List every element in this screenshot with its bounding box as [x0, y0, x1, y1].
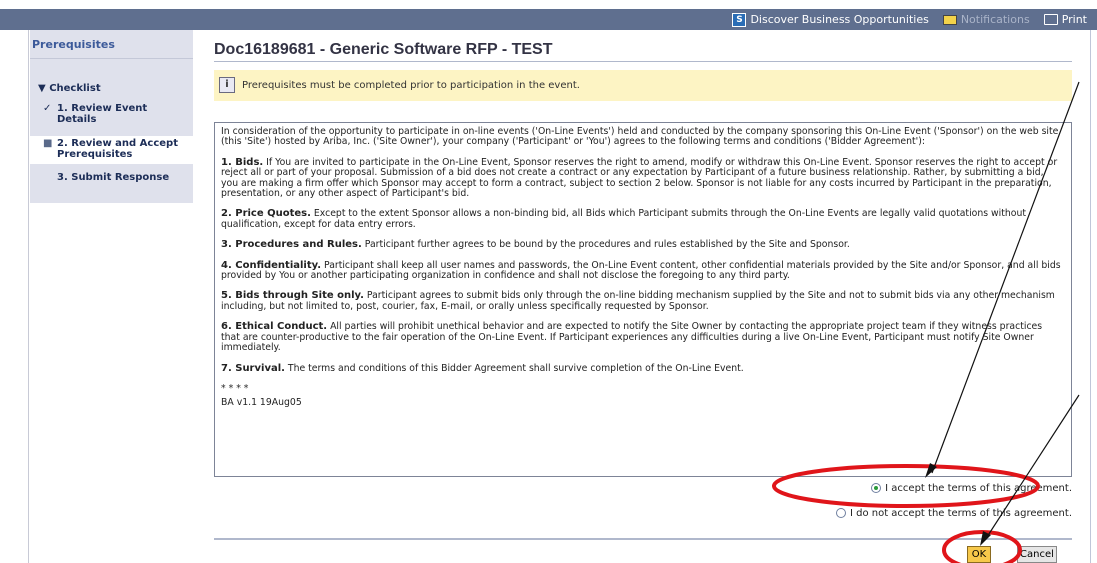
section-heading: 2. Price Quotes.	[221, 208, 311, 220]
current-step-icon: ■	[43, 138, 53, 149]
agreement-section: 5. Bids through Site only. Participant a…	[221, 291, 1063, 312]
agreement-version: BA v1.1 19Aug05	[221, 397, 302, 409]
footer-divider	[214, 538, 1072, 540]
section-heading: 7. Survival.	[221, 362, 285, 374]
agreement-stars: * * * *	[221, 382, 249, 394]
cancel-button[interactable]: Cancel	[1017, 546, 1057, 563]
top-nav: S Discover Business Opportunities Notifi…	[0, 0, 1097, 30]
sidebar-item-accept-prerequisites[interactable]: ■ 2. Review and Accept Prerequisites	[30, 136, 193, 164]
title-divider	[214, 61, 1072, 62]
print-link[interactable]: Print	[1043, 13, 1087, 26]
checklist-label: Checklist	[49, 83, 101, 94]
sidebar-item-label: 2. Review and Accept Prerequisites	[57, 138, 178, 160]
decline-option[interactable]: I do not accept the terms of this agreem…	[835, 506, 1072, 520]
checkmark-icon: ✓	[43, 103, 52, 114]
header-links: S Discover Business Opportunities Notifi…	[732, 11, 1087, 28]
notifications-link[interactable]: Notifications	[942, 13, 1030, 26]
printer-icon	[1043, 14, 1058, 25]
decline-radio[interactable]	[835, 508, 846, 518]
discover-business-label: Discover Business Opportunities	[750, 13, 929, 26]
checklist-toggle[interactable]: ▼ Checklist	[38, 83, 101, 94]
info-icon: i	[219, 77, 235, 93]
accept-radio[interactable]	[871, 483, 882, 493]
triangle-down-icon: ▼	[38, 83, 46, 94]
accept-label: I accept the terms of this agreement.	[885, 482, 1072, 494]
agreement-section: 1. Bids. If You are invited to participa…	[221, 156, 1063, 200]
accept-option[interactable]: I accept the terms of this agreement.	[836, 481, 1072, 495]
agreement-intro: In consideration of the opportunity to p…	[221, 126, 1059, 148]
section-heading: 6. Ethical Conduct.	[221, 321, 328, 333]
sidebar-item-label: 3. Submit Response	[57, 172, 170, 183]
agreement-section: 7. Survival. The terms and conditions of…	[221, 362, 1063, 374]
prerequisite-notice: i Prerequisites must be completed prior …	[214, 70, 1072, 101]
agreement-textbox[interactable]: In consideration of the opportunity to p…	[214, 122, 1072, 477]
sidebar-item-submit-response[interactable]: 3. Submit Response	[30, 172, 193, 186]
section-heading: 5. Bids through Site only.	[221, 290, 364, 302]
section-heading: 4. Confidentiality.	[221, 259, 322, 271]
section-text: All parties will prohibit unethical beha…	[221, 321, 1043, 354]
header-bar: S Discover Business Opportunities Notifi…	[0, 0, 1097, 30]
agreement-options: I accept the terms of this agreement. I …	[835, 481, 1072, 531]
left-divider	[28, 30, 29, 563]
sidebar-item-review-event[interactable]: ✓ 1. Review Event Details	[30, 103, 193, 127]
decline-label: I do not accept the terms of this agreem…	[849, 507, 1072, 519]
section-text: Except to the extent Sponsor allows a no…	[221, 208, 1026, 230]
ok-button[interactable]: OK	[967, 546, 991, 563]
right-divider	[1090, 30, 1091, 563]
section-text: If You are invited to participate in the…	[221, 156, 1058, 200]
sidebar-divider	[30, 58, 193, 59]
envelope-icon	[942, 14, 957, 25]
section-heading: 3. Procedures and Rules.	[221, 239, 362, 251]
business-icon: S	[732, 12, 747, 27]
section-text: Participant shall keep all user names an…	[221, 259, 1061, 282]
section-text: The terms and conditions of this Bidder …	[287, 362, 744, 374]
agreement-section: 6. Ethical Conduct. All parties will pro…	[221, 322, 1063, 353]
agreement-section: 2. Price Quotes. Except to the extent Sp…	[221, 209, 1063, 230]
discover-business-link[interactable]: S Discover Business Opportunities	[732, 12, 929, 27]
page-title: Doc16189681 - Generic Software RFP - TES…	[214, 41, 553, 58]
notifications-label: Notifications	[960, 13, 1030, 26]
section-heading: 1. Bids.	[221, 156, 264, 168]
sidebar-title: Prerequisites	[32, 38, 115, 51]
sidebar: Prerequisites ▼ Checklist ✓ 1. Review Ev…	[30, 30, 193, 203]
sidebar-item-label: 1. Review Event Details	[57, 103, 148, 125]
agreement-section: 4. Confidentiality. Participant shall ke…	[221, 259, 1063, 282]
section-text: Participant further agrees to be bound b…	[364, 239, 850, 251]
agreement-section: 3. Procedures and Rules. Participant fur…	[221, 240, 1063, 250]
notice-text: Prerequisites must be completed prior to…	[242, 80, 580, 91]
print-label: Print	[1061, 13, 1087, 26]
